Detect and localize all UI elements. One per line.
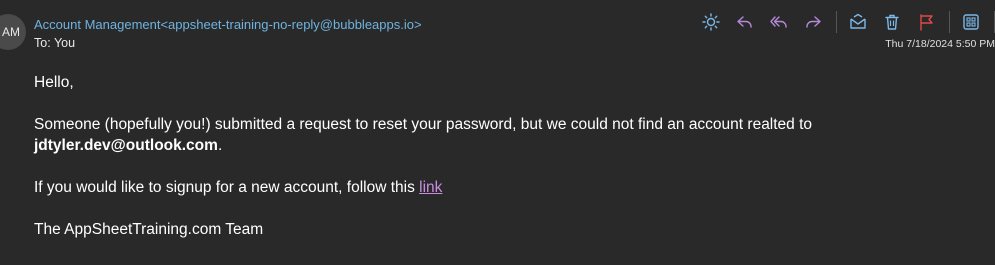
delete-icon[interactable] (881, 11, 903, 33)
signup-link[interactable]: link (419, 179, 442, 196)
toolbar-divider (949, 11, 950, 33)
sender-address[interactable]: Account Management<appsheet-training-no-… (34, 17, 422, 32)
email-reading-pane: AM Account Management<appsheet-training-… (0, 0, 995, 265)
recipient-line: To: You (34, 36, 75, 50)
reset-notice-text: Someone (hopefully you!) submitted a req… (34, 116, 813, 133)
message-body: Hello, Someone (hopefully you!) submitte… (34, 72, 974, 240)
forward-icon[interactable] (802, 11, 824, 33)
account-email: jdtyler.dev@outlook.com (34, 137, 218, 154)
toolbar-divider (836, 11, 837, 33)
brightness-icon[interactable] (700, 11, 722, 33)
reply-icon[interactable] (734, 11, 756, 33)
to-value[interactable]: You (54, 36, 75, 50)
mark-read-icon[interactable] (847, 11, 869, 33)
greeting-text: Hello, (34, 74, 74, 91)
to-label: To: (34, 36, 51, 50)
paragraph-reset-notice: Someone (hopefully you!) submitted a req… (34, 114, 974, 156)
sender-avatar[interactable]: AM (0, 14, 26, 50)
paragraph-signup: If you would like to signup for a new ac… (34, 177, 974, 198)
message-toolbar (700, 10, 995, 34)
avatar-initials: AM (2, 25, 20, 39)
apps-icon[interactable] (960, 11, 982, 33)
sentence-end: . (217, 137, 223, 154)
message-timestamp: Thu 7/18/2024 5:50 PM (885, 38, 995, 50)
flag-icon[interactable] (915, 11, 937, 33)
signup-text: If you would like to signup for a new ac… (34, 179, 420, 196)
reply-all-icon[interactable] (768, 11, 790, 33)
signature-text: The AppSheetTraining.com Team (34, 221, 264, 238)
